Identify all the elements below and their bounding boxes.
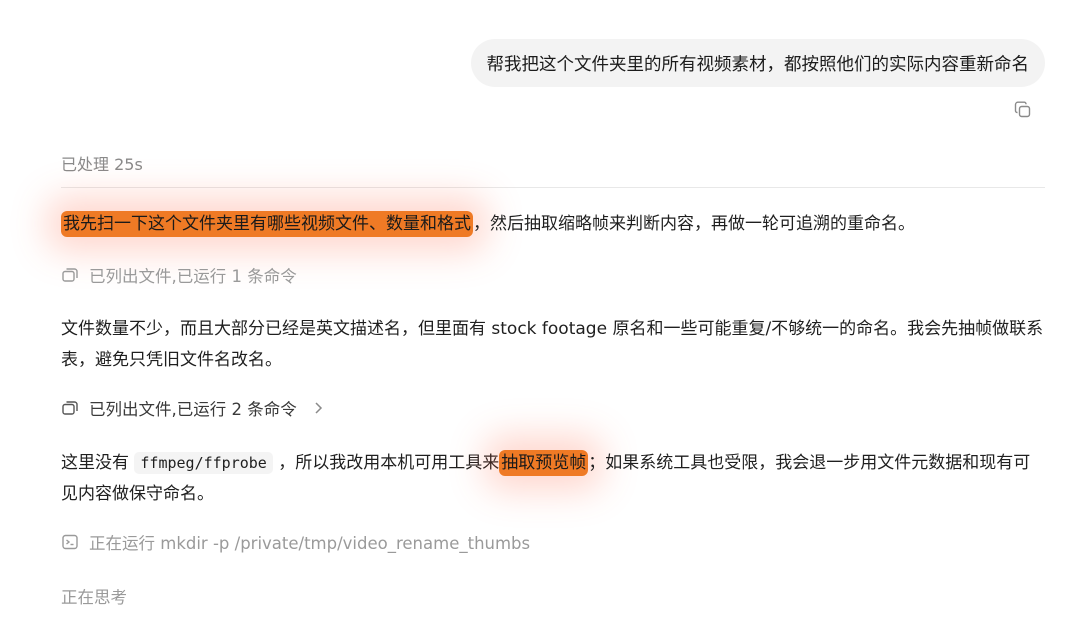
user-message-text: 帮我把这个文件夹里的所有视频素材，都按照他们的实际内容重新命名 xyxy=(486,54,1030,75)
files-icon xyxy=(62,401,78,415)
paragraph-text: 这里没有 xyxy=(61,453,135,473)
step-label: 正在运行 mkdir -p /private/tmp/video_rename_… xyxy=(89,534,531,553)
assistant-paragraph-2: 文件数量不少，而且大部分已经是英文描述名，但里面有 stock footage … xyxy=(61,319,1044,370)
highlighted-text: 抽取预览帧 xyxy=(499,450,589,476)
chevron-right-icon[interactable] xyxy=(313,401,323,415)
thinking-status: 正在思考 xyxy=(61,588,127,607)
files-icon xyxy=(62,268,78,282)
step-label: 已列出文件,已运行 2 条命令 xyxy=(89,400,297,419)
copy-message-button[interactable] xyxy=(1013,100,1033,120)
terminal-icon xyxy=(62,534,78,550)
paragraph-text: ，然后抽取缩略帧来判断内容，再做一轮可追溯的重命名。 xyxy=(473,214,915,234)
inline-code: ffmpeg/ffprobe xyxy=(134,452,273,474)
paragraph-text: ，所以我改用本机可用工具来 xyxy=(272,453,500,473)
divider xyxy=(61,187,1045,188)
step-list-files-2[interactable]: 已列出文件,已运行 2 条命令 xyxy=(61,396,333,420)
processed-time-label: 已处理 25s xyxy=(61,155,143,174)
assistant-paragraph-3: 这里没有 ffmpeg/ffprobe ，所以我改用本机可用工具来 抽取预览帧 ；如… xyxy=(61,448,1045,510)
step-running-command[interactable]: 正在运行 mkdir -p /private/tmp/video_rename_… xyxy=(61,530,530,554)
step-label: 已列出文件,已运行 1 条命令 xyxy=(89,267,297,286)
step-list-files-1[interactable]: 已列出文件,已运行 1 条命令 xyxy=(61,263,297,287)
copy-icon xyxy=(1014,101,1031,118)
user-message-bubble: 帮我把这个文件夹里的所有视频素材，都按照他们的实际内容重新命名 xyxy=(470,39,1045,87)
assistant-paragraph-1: 我先扫一下这个文件夹里有哪些视频文件、数量和格式 ，然后抽取缩略帧来判断内容，再做… xyxy=(61,209,1045,240)
highlighted-text: 我先扫一下这个文件夹里有哪些视频文件、数量和格式 xyxy=(61,211,473,237)
